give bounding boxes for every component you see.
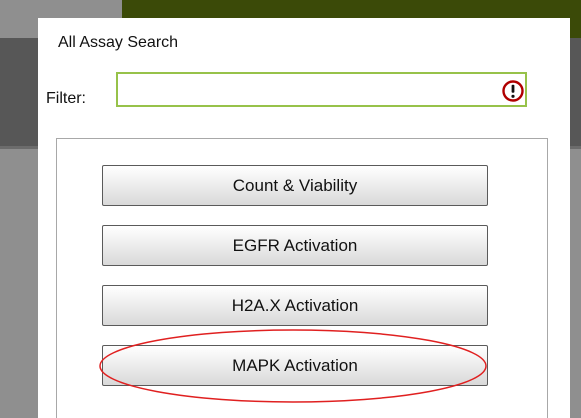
assay-button-panel: Count & Viability EGFR Activation H2A.X … [56,138,548,418]
egfr-activation-button[interactable]: EGFR Activation [102,225,488,266]
assay-search-dialog: All Assay Search Filter: Count & Viabili… [38,18,570,418]
alert-icon [502,80,524,102]
filter-label: Filter: [46,90,86,107]
mapk-activation-button[interactable]: MAPK Activation [102,345,488,386]
filter-input[interactable] [116,72,527,107]
dialog-title: All Assay Search [58,34,179,51]
h2ax-activation-button[interactable]: H2A.X Activation [102,285,488,326]
count-viability-button[interactable]: Count & Viability [102,165,488,206]
